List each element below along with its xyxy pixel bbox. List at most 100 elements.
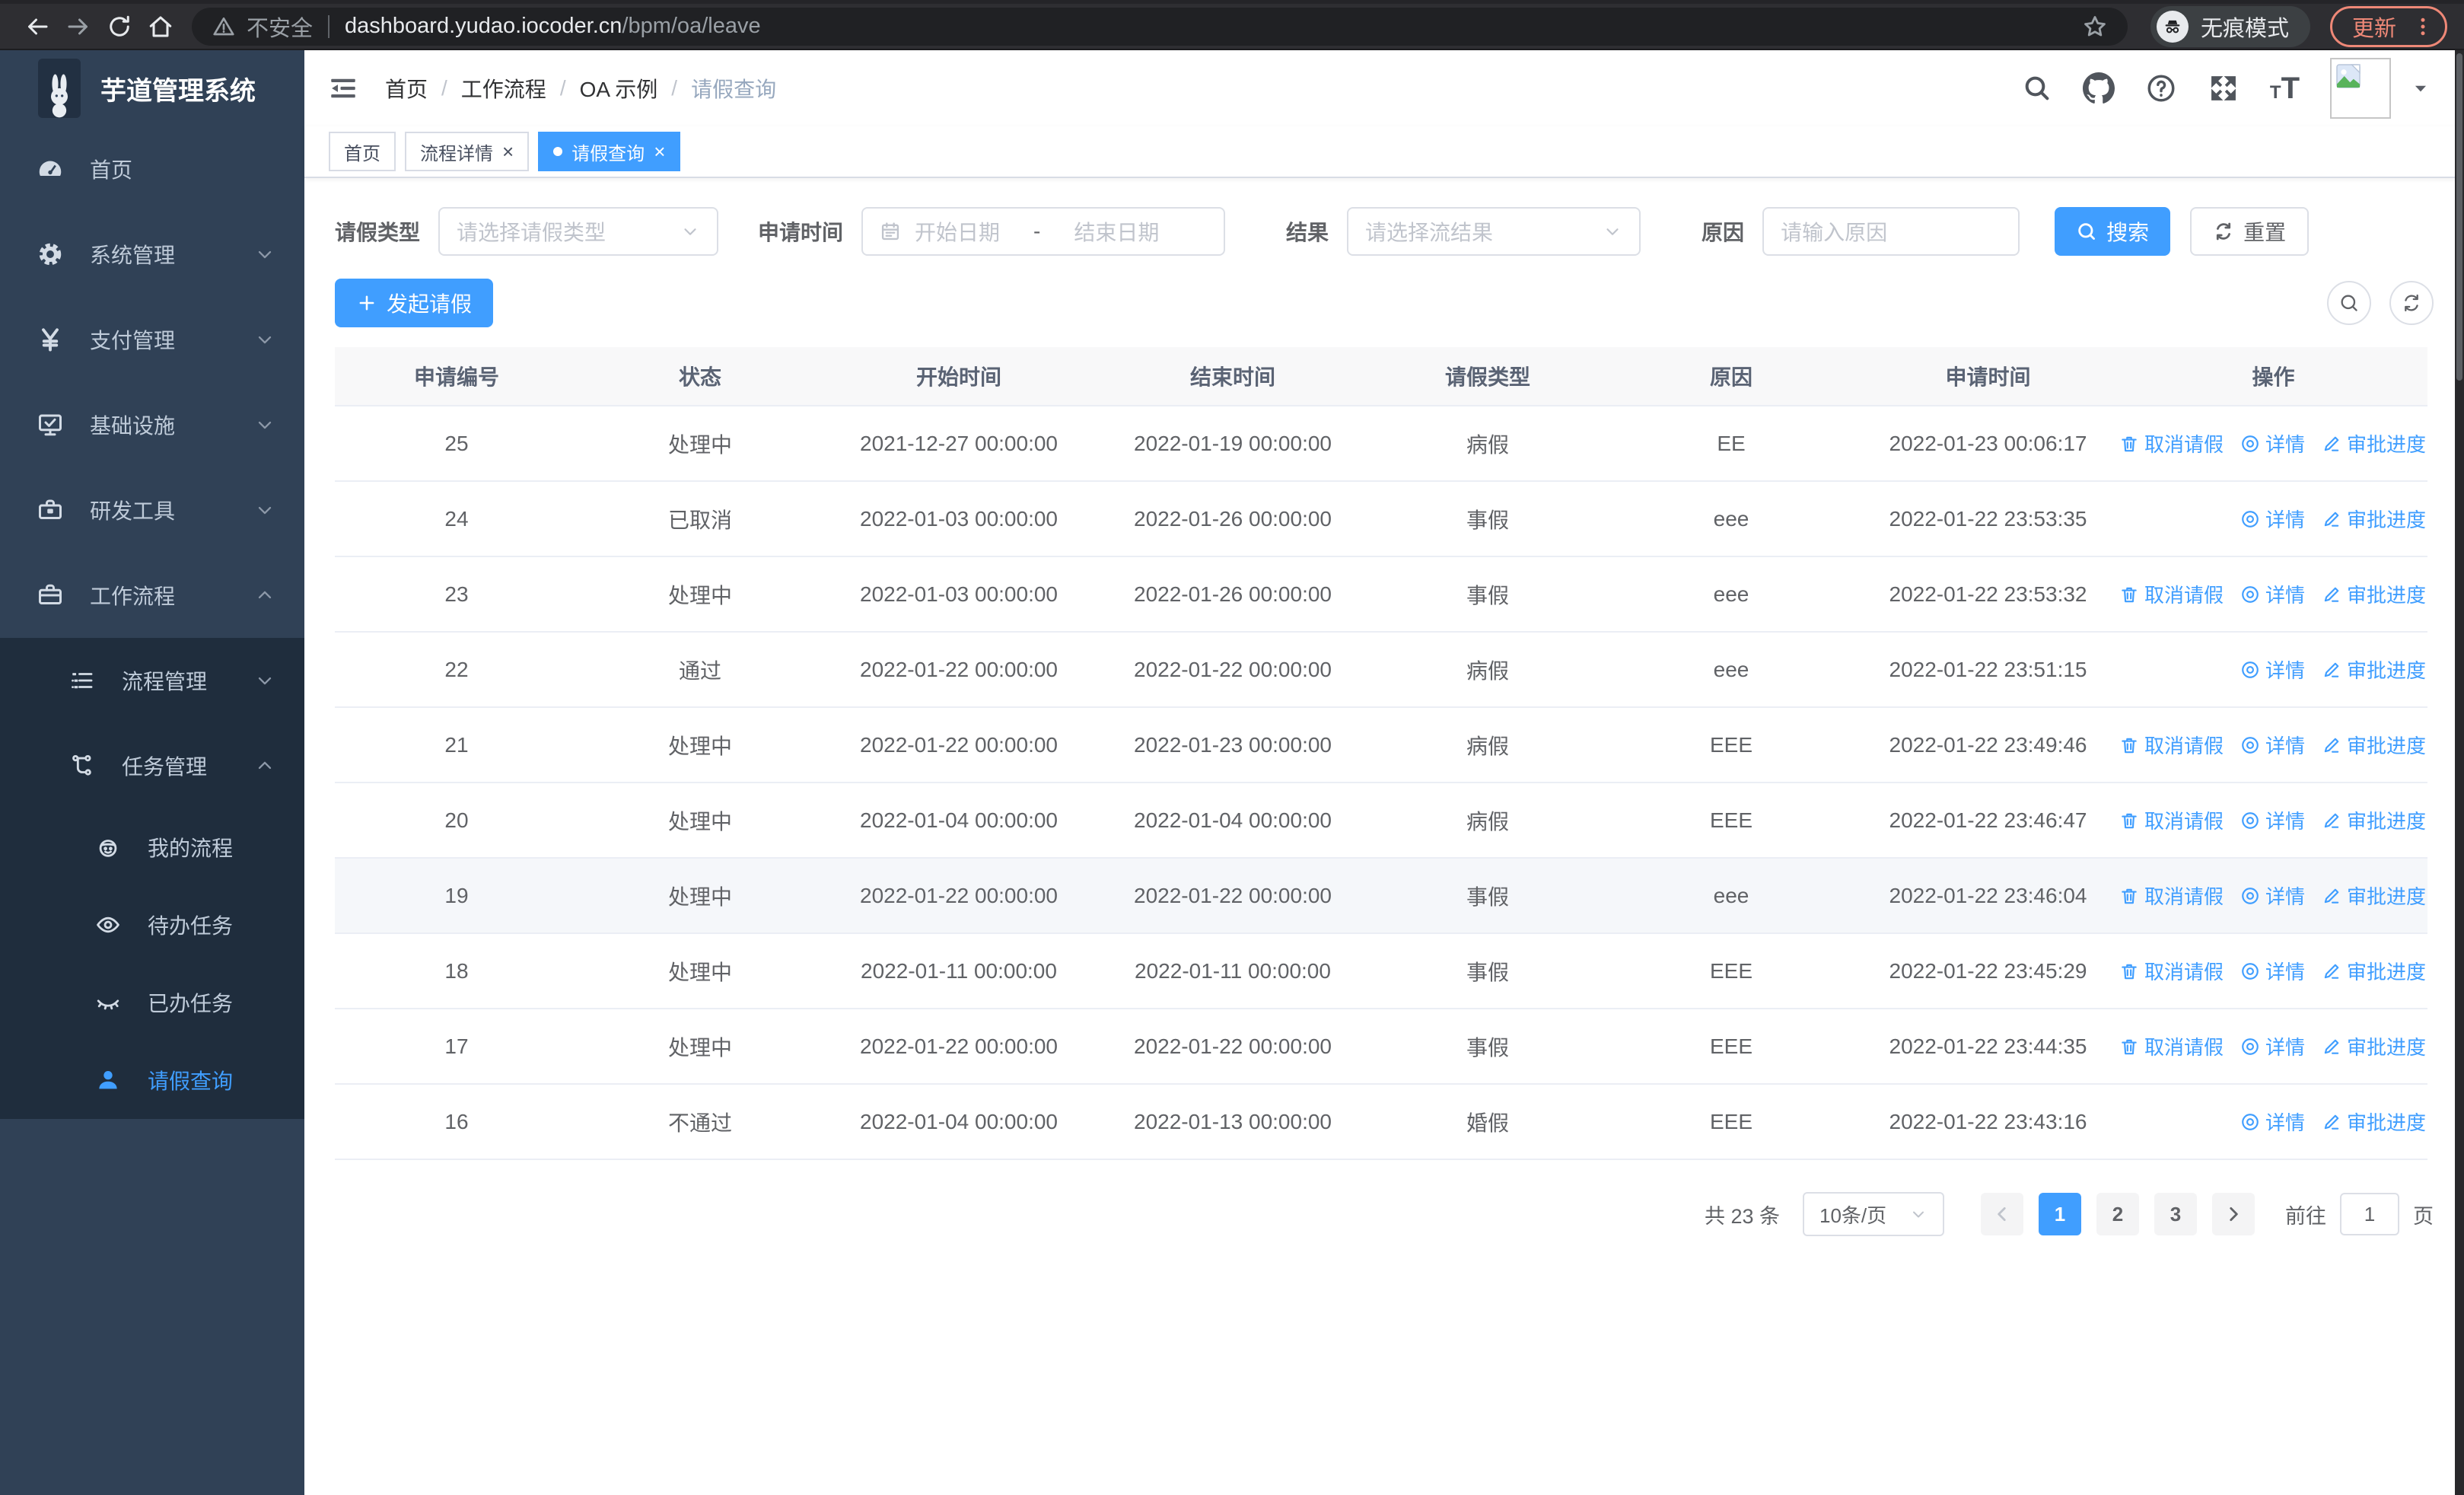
cancel-leave-link[interactable]: 取消请假: [2119, 731, 2224, 759]
tab-home[interactable]: 首页: [329, 132, 396, 171]
approval-progress-link[interactable]: 审批进度: [2322, 1032, 2426, 1060]
sidebar-item-process-management[interactable]: 流程管理: [0, 638, 304, 723]
table-row: 25 处理中 2021-12-27 00:00:00 2022-01-19 00…: [335, 406, 2427, 482]
font-size-icon[interactable]: TT: [2270, 73, 2300, 104]
cell-status: 处理中: [667, 1035, 732, 1060]
prev-page-button[interactable]: [1981, 1193, 2023, 1235]
back-icon[interactable]: [17, 6, 58, 47]
leave-type-select[interactable]: 请选择请假类型: [438, 207, 719, 256]
next-page-button[interactable]: [2212, 1193, 2255, 1235]
url-bar[interactable]: 不安全 dashboard.yudao.iocoder.cn/bpm/oa/le…: [192, 7, 2128, 46]
cell-actions: 取消请假 详情 审批进度: [2119, 1032, 2427, 1060]
approval-progress-link[interactable]: 审批进度: [2322, 429, 2426, 457]
detail-link[interactable]: 详情: [2240, 429, 2305, 457]
avatar-caret-icon[interactable]: [2411, 78, 2431, 98]
home-icon[interactable]: [140, 6, 181, 47]
detail-link[interactable]: 详情: [2240, 1108, 2305, 1136]
approval-progress-link[interactable]: 审批进度: [2322, 580, 2426, 608]
table-row: 16 不通过 2022-01-04 00:00:00 2022-01-13 00…: [335, 1085, 2427, 1160]
goto-page-input[interactable]: [2340, 1193, 2399, 1235]
cancel-leave-link[interactable]: 取消请假: [2119, 881, 2224, 910]
reload-icon[interactable]: [99, 6, 140, 47]
approval-progress-link[interactable]: 审批进度: [2322, 806, 2426, 834]
cell-status: 处理中: [667, 734, 732, 758]
help-icon[interactable]: [2145, 72, 2177, 104]
approval-progress-link[interactable]: 审批进度: [2322, 1108, 2426, 1136]
action-label: 审批进度: [2346, 584, 2426, 607]
reason-input[interactable]: 请输入原因: [1762, 207, 2020, 256]
page-scrollbar[interactable]: [2455, 50, 2464, 1495]
page-size-select[interactable]: 10条/页: [1803, 1192, 1944, 1236]
page-button-1[interactable]: 1: [2039, 1193, 2081, 1235]
browser-menu-icon[interactable]: [2411, 15, 2434, 38]
scrollbar-thumb[interactable]: [2456, 53, 2462, 381]
detail-link[interactable]: 详情: [2240, 881, 2305, 910]
close-icon[interactable]: ×: [654, 142, 665, 161]
browser-update-button[interactable]: 更新: [2329, 5, 2447, 47]
toggle-search-button[interactable]: [2327, 281, 2371, 325]
incognito-label: 无痕模式: [2200, 16, 2289, 41]
cell-apply-id: 24: [444, 506, 469, 531]
sidebar-item-my-process[interactable]: 我的流程: [0, 808, 304, 886]
approval-progress-link[interactable]: 审批进度: [2322, 731, 2426, 759]
detail-link[interactable]: 详情: [2240, 957, 2305, 985]
approval-progress-link[interactable]: 审批进度: [2322, 881, 2426, 910]
breadcrumb-item[interactable]: 首页: [385, 73, 428, 104]
cell-leave-type: 病假: [1466, 432, 1509, 457]
cell-apply-id: 23: [444, 582, 469, 606]
detail-link[interactable]: 详情: [2240, 806, 2305, 834]
sidebar-collapse-icon[interactable]: [327, 72, 359, 104]
sidebar-item-payment[interactable]: 支付管理: [0, 297, 304, 382]
fullscreen-icon[interactable]: [2208, 72, 2240, 104]
result-select[interactable]: 请选择流结果: [1347, 207, 1641, 256]
sidebar-item-system[interactable]: 系统管理: [0, 212, 304, 297]
sidebar-item-workflow[interactable]: 工作流程: [0, 553, 304, 638]
sidebar-item-home[interactable]: 首页: [0, 126, 304, 212]
cell-reason: EE: [1717, 431, 1746, 455]
detail-link[interactable]: 详情: [2240, 580, 2305, 608]
search-button[interactable]: 搜索: [2055, 207, 2171, 256]
create-leave-button[interactable]: 发起请假: [335, 279, 494, 327]
page-button-3[interactable]: 3: [2154, 1193, 2197, 1235]
close-icon[interactable]: ×: [502, 142, 514, 161]
sidebar-item-infrastructure[interactable]: 基础设施: [0, 382, 304, 467]
tab-process-detail[interactable]: 流程详情 ×: [405, 132, 530, 171]
eye-closed-icon: [91, 990, 125, 1015]
page-button-2[interactable]: 2: [2096, 1193, 2139, 1235]
cancel-leave-link[interactable]: 取消请假: [2119, 429, 2224, 457]
sidebar-item-task-management[interactable]: 任务管理: [0, 723, 304, 808]
approval-progress-link[interactable]: 审批进度: [2322, 655, 2426, 684]
header-search-icon[interactable]: [2022, 73, 2052, 104]
incognito-icon: [2156, 10, 2189, 43]
approval-progress-link[interactable]: 审批进度: [2322, 505, 2426, 533]
forward-icon[interactable]: [58, 6, 99, 47]
refresh-button[interactable]: [2389, 281, 2434, 325]
cancel-leave-link[interactable]: 取消请假: [2119, 806, 2224, 834]
reset-button[interactable]: 重置: [2190, 207, 2310, 256]
bookmark-star-icon[interactable]: [2082, 14, 2108, 40]
sidebar-item-todo-tasks[interactable]: 待办任务: [0, 886, 304, 964]
breadcrumb-item[interactable]: OA 示例: [580, 73, 658, 104]
top-navbar: 首页 / 工作流程 / OA 示例 / 请假查询 T T: [304, 50, 2464, 126]
detail-link[interactable]: 详情: [2240, 655, 2305, 684]
approval-progress-link[interactable]: 审批进度: [2322, 957, 2426, 985]
filter-bar: 请假类型 请选择请假类型 申请时间 开始日期 - 结束日期 结果 请选择流结果: [335, 207, 2434, 256]
avatar[interactable]: [2330, 58, 2391, 119]
cell-start-time: 2022-01-22 00:00:00: [860, 657, 1058, 681]
date-range-picker[interactable]: 开始日期 - 结束日期: [861, 207, 1226, 256]
breadcrumb-item[interactable]: 工作流程: [461, 73, 546, 104]
github-icon[interactable]: [2082, 72, 2115, 104]
detail-link[interactable]: 详情: [2240, 731, 2305, 759]
detail-link[interactable]: 详情: [2240, 505, 2305, 533]
url-host: dashboard.yudao.iocoder.cn: [345, 14, 622, 38]
detail-link[interactable]: 详情: [2240, 1032, 2305, 1060]
cancel-leave-link[interactable]: 取消请假: [2119, 957, 2224, 985]
reason-label: 原因: [1702, 221, 1745, 244]
sidebar-item-done-tasks[interactable]: 已办任务: [0, 964, 304, 1041]
cancel-leave-link[interactable]: 取消请假: [2119, 580, 2224, 608]
tab-leave-query[interactable]: 请假查询 ×: [538, 132, 681, 171]
sidebar-item-leave-query[interactable]: 请假查询: [0, 1041, 304, 1119]
cancel-leave-link[interactable]: 取消请假: [2119, 1032, 2224, 1060]
cell-start-time: 2022-01-04 00:00:00: [860, 808, 1058, 832]
sidebar-item-devtools[interactable]: 研发工具: [0, 467, 304, 553]
